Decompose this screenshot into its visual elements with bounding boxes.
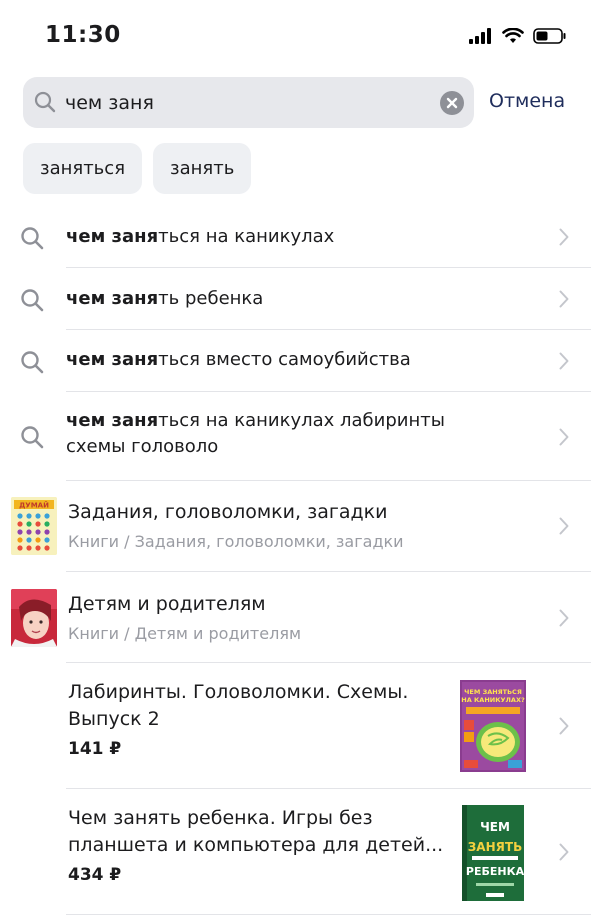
cover-title: ЗАНЯТЬ (468, 840, 522, 854)
suggestion-rest: ться вместо самоубийства (158, 349, 411, 370)
suggestion-text: чем занять ребенка (66, 286, 506, 312)
status-bar: 11:30 (0, 0, 591, 70)
search-icon (21, 351, 44, 374)
product-price: 141 ₽ (68, 739, 122, 759)
product-title: Чем занять ребенка. Игры без планшета и … (68, 807, 444, 856)
suggestion-rest: ться на каникулах (158, 226, 335, 247)
chevron-right-icon (559, 228, 569, 246)
chip-zanyatsya[interactable]: заняться (23, 143, 143, 194)
category-path: Книги / Задания, головоломки, загадки (68, 532, 404, 551)
status-time: 11:30 (45, 22, 121, 48)
category-title: Задания, головоломки, загадки (68, 501, 388, 523)
book-cover-image: ДУМАЙ (11, 497, 57, 555)
search-input[interactable] (65, 77, 425, 128)
category-title: Детям и родителям (68, 593, 266, 615)
chevron-right-icon (559, 352, 569, 370)
divider (66, 914, 591, 915)
category-path: Книги / Детям и родителям (68, 624, 302, 643)
suggestion-match: чем заня (66, 288, 159, 309)
chevron-right-icon (559, 843, 569, 861)
cancel-button[interactable]: Отмена (489, 90, 565, 112)
cover-title: РЕБЕНКА (466, 865, 524, 878)
category-row[interactable]: Детям и родителям Книги / Детям и родите… (0, 572, 591, 663)
cover-logo: ДУМАЙ (19, 501, 49, 510)
cover-title: ЧЕМ ЗАНЯТЬСЯ (464, 688, 522, 696)
signal-icon (469, 28, 491, 44)
book-cover-image: ЧЕМ ЗАНЯТЬ РЕБЕНКА (462, 805, 524, 901)
search-icon (21, 426, 44, 449)
suggestion-text: чем заняться вместо самоубийства (66, 347, 506, 373)
book-cover-image (11, 589, 57, 647)
suggestion-match: чем заня (66, 349, 159, 370)
category-thumbnail: ДУМАЙ (11, 497, 57, 555)
suggestion-row[interactable]: чем заняться на каникулах (0, 206, 591, 268)
chevron-right-icon (559, 717, 569, 735)
product-price: 434 ₽ (68, 865, 122, 885)
close-icon (446, 97, 458, 109)
search-icon (21, 289, 44, 312)
product-cover: ЧЕМ ЗАНЯТЬ РЕБЕНКА (462, 805, 524, 901)
chevron-right-icon (559, 290, 569, 308)
status-icons (469, 24, 567, 48)
chevron-right-icon (559, 609, 569, 627)
suggestion-row[interactable]: чем заняться вместо самоубийства (0, 330, 591, 392)
category-row[interactable]: ДУМАЙ Задания, головоломки, загадки Книг… (0, 481, 591, 572)
suggestion-row[interactable]: чем занять ребенка (0, 268, 591, 330)
suggestion-text: чем заняться на каникулах (66, 224, 506, 250)
product-cover: ЧЕМ ЗАНЯТЬСЯ НА КАНИКУЛАХ? (460, 680, 526, 772)
suggestion-text: чем заняться на каникулах лабиринты схем… (66, 408, 486, 460)
wifi-icon (502, 28, 524, 43)
cover-title: НА КАНИКУЛАХ? (461, 696, 525, 704)
clear-search-button[interactable] (440, 91, 464, 115)
suggestion-match: чем заня (66, 410, 159, 431)
book-cover-image: ЧЕМ ЗАНЯТЬСЯ НА КАНИКУЛАХ? (460, 680, 526, 772)
category-thumbnail (11, 589, 57, 647)
product-row[interactable]: Лабиринты. Головоломки. Схемы. Выпуск 2 … (0, 663, 591, 789)
cover-title: ЧЕМ (480, 820, 510, 834)
product-row[interactable]: Чем занять ребенка. Игры без планшета и … (0, 789, 591, 915)
search-bar[interactable] (23, 77, 474, 128)
suggestion-rest: ть ребенка (158, 288, 264, 309)
chevron-right-icon (559, 428, 569, 446)
suggestion-chips: заняться занять (23, 143, 252, 194)
product-title: Лабиринты. Головоломки. Схемы. Выпуск 2 (68, 681, 409, 730)
battery-icon (533, 28, 566, 44)
search-icon (21, 227, 44, 250)
chevron-right-icon (559, 517, 569, 535)
search-icon (34, 91, 56, 113)
suggestion-row[interactable]: чем заняться на каникулах лабиринты схем… (0, 392, 591, 481)
suggestion-match: чем заня (66, 226, 159, 247)
chip-zanyat[interactable]: занять (153, 143, 252, 194)
